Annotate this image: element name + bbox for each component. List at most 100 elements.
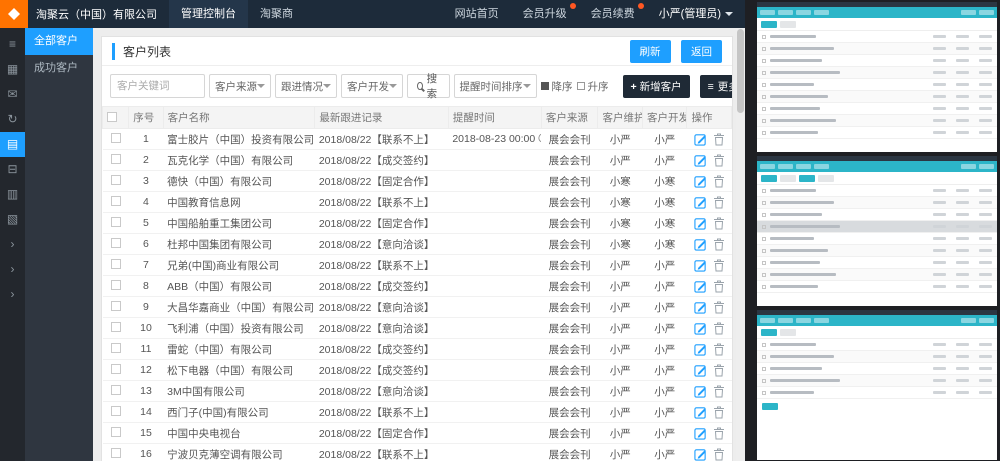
screenshot-thumbnail[interactable] bbox=[757, 2, 997, 152]
delete-icon[interactable] bbox=[713, 448, 725, 461]
edit-icon[interactable] bbox=[694, 238, 707, 251]
topnav-item[interactable]: 会员续费 bbox=[579, 0, 647, 28]
row-checkbox[interactable] bbox=[111, 217, 121, 227]
delete-icon[interactable] bbox=[713, 238, 725, 251]
chevron-right-icon[interactable]: › bbox=[0, 232, 25, 257]
column-header[interactable]: 客户开发 bbox=[642, 107, 686, 129]
thumbnails-pane bbox=[745, 0, 1000, 461]
topnav-item[interactable]: 管理控制台 bbox=[169, 0, 248, 28]
select-all-checkbox[interactable] bbox=[107, 112, 117, 122]
select-remind-sort[interactable]: 提醒时间排序 bbox=[454, 74, 537, 98]
export-icon[interactable]: ⊟ bbox=[0, 157, 25, 182]
delete-icon[interactable] bbox=[713, 259, 725, 272]
column-header[interactable]: 客户名称 bbox=[163, 107, 315, 129]
trash-icon[interactable]: ▥ bbox=[0, 182, 25, 207]
delete-icon[interactable] bbox=[713, 427, 725, 440]
row-checkbox[interactable] bbox=[111, 259, 121, 269]
row-checkbox[interactable] bbox=[111, 238, 121, 248]
message-icon[interactable]: ✉ bbox=[0, 82, 25, 107]
main-scrollbar[interactable] bbox=[736, 28, 745, 461]
customer-list-icon[interactable]: ▤ bbox=[0, 132, 25, 157]
select-customer-source[interactable]: 客户来源 bbox=[209, 74, 271, 98]
edit-icon[interactable] bbox=[694, 427, 707, 440]
cell-actions bbox=[687, 444, 732, 461]
screenshot-thumbnail[interactable] bbox=[757, 156, 997, 306]
row-checkbox[interactable] bbox=[111, 133, 121, 143]
dashboard-icon[interactable]: ▦ bbox=[0, 57, 25, 82]
row-checkbox[interactable] bbox=[111, 154, 121, 164]
topnav-item[interactable]: 网站首页 bbox=[443, 0, 511, 28]
sidebar-item[interactable]: 成功客户 bbox=[25, 55, 93, 82]
search-button[interactable]: 搜索 bbox=[407, 74, 450, 98]
delete-icon[interactable] bbox=[713, 280, 725, 293]
edit-icon[interactable] bbox=[694, 154, 707, 167]
delete-icon[interactable] bbox=[713, 175, 725, 188]
delete-icon[interactable] bbox=[713, 133, 725, 146]
row-checkbox[interactable] bbox=[111, 364, 121, 374]
edit-icon[interactable] bbox=[694, 301, 707, 314]
delete-icon[interactable] bbox=[713, 196, 725, 209]
column-header[interactable]: 客户来源 bbox=[541, 107, 598, 129]
row-checkbox[interactable] bbox=[111, 322, 121, 332]
topnav-item[interactable]: 淘聚商 bbox=[248, 0, 305, 28]
edit-icon[interactable] bbox=[694, 175, 707, 188]
column-header[interactable]: 最新跟进记录 bbox=[315, 107, 448, 129]
chevron-right-icon[interactable]: › bbox=[0, 282, 25, 307]
chevron-right-icon[interactable]: › bbox=[0, 257, 25, 282]
sort-desc-option[interactable]: 降序 bbox=[541, 79, 573, 94]
edit-icon[interactable] bbox=[694, 217, 707, 230]
delete-icon[interactable] bbox=[713, 364, 725, 377]
refresh-button[interactable]: 刷新 bbox=[630, 40, 671, 63]
sort-asc-option[interactable]: 升序 bbox=[577, 79, 609, 94]
row-checkbox[interactable] bbox=[111, 175, 121, 185]
delete-icon[interactable] bbox=[713, 343, 725, 356]
edit-icon[interactable] bbox=[694, 280, 707, 293]
edit-icon[interactable] bbox=[694, 259, 707, 272]
select-customer-developer[interactable]: 客户开发 bbox=[341, 74, 403, 98]
column-header[interactable]: 客户维护 bbox=[598, 107, 642, 129]
add-customer-button[interactable]: +新增客户 bbox=[623, 75, 690, 98]
cell-developer: 小严 bbox=[642, 339, 686, 360]
edit-icon[interactable] bbox=[694, 385, 707, 398]
menu-icon[interactable]: ≡ bbox=[0, 32, 25, 57]
row-checkbox[interactable] bbox=[111, 343, 121, 353]
thumb-text bbox=[770, 285, 818, 288]
more-actions-button[interactable]: ≡更多操作 bbox=[700, 75, 733, 98]
row-checkbox[interactable] bbox=[111, 406, 121, 416]
row-checkbox[interactable] bbox=[111, 301, 121, 311]
user-menu[interactable]: 小严(管理员) bbox=[647, 0, 745, 28]
screenshot-thumbnail[interactable] bbox=[757, 310, 997, 460]
delete-icon[interactable] bbox=[713, 301, 725, 314]
edit-icon[interactable] bbox=[694, 133, 707, 146]
edit-icon[interactable] bbox=[694, 196, 707, 209]
column-header[interactable]: 操作 bbox=[687, 107, 732, 129]
edit-icon[interactable] bbox=[694, 322, 707, 335]
edit-icon[interactable] bbox=[694, 406, 707, 419]
row-checkbox[interactable] bbox=[111, 448, 121, 458]
row-checkbox[interactable] bbox=[111, 385, 121, 395]
table-row: 9大昌华嘉商业（中国）有限公司2018/08/22【意向洽谈】展会会刊小严小严 bbox=[103, 297, 732, 318]
delete-icon[interactable] bbox=[713, 154, 725, 167]
back-button[interactable]: 返回 bbox=[681, 40, 722, 63]
edit-icon[interactable] bbox=[694, 448, 707, 461]
select-follow-status[interactable]: 跟进情况 bbox=[275, 74, 337, 98]
edit-icon[interactable] bbox=[694, 364, 707, 377]
delete-icon[interactable] bbox=[713, 217, 725, 230]
refresh-icon[interactable]: ↻ bbox=[0, 107, 25, 132]
delete-icon[interactable] bbox=[713, 385, 725, 398]
stats-icon[interactable]: ▧ bbox=[0, 207, 25, 232]
delete-icon[interactable] bbox=[713, 406, 725, 419]
edit-icon[interactable] bbox=[694, 343, 707, 356]
cell-remind bbox=[448, 402, 541, 423]
topnav-item[interactable]: 会员升级 bbox=[511, 0, 579, 28]
row-checkbox[interactable] bbox=[111, 280, 121, 290]
row-checkbox[interactable] bbox=[111, 427, 121, 437]
column-header[interactable]: 序号 bbox=[129, 107, 163, 129]
column-header[interactable]: 提醒时间 bbox=[448, 107, 541, 129]
scrollbar-thumb[interactable] bbox=[737, 29, 744, 113]
app-logo-icon[interactable] bbox=[0, 0, 28, 28]
row-checkbox[interactable] bbox=[111, 196, 121, 206]
sidebar-item[interactable]: 全部客户 bbox=[25, 28, 93, 55]
delete-icon[interactable] bbox=[713, 322, 725, 335]
keyword-input[interactable] bbox=[110, 74, 205, 98]
